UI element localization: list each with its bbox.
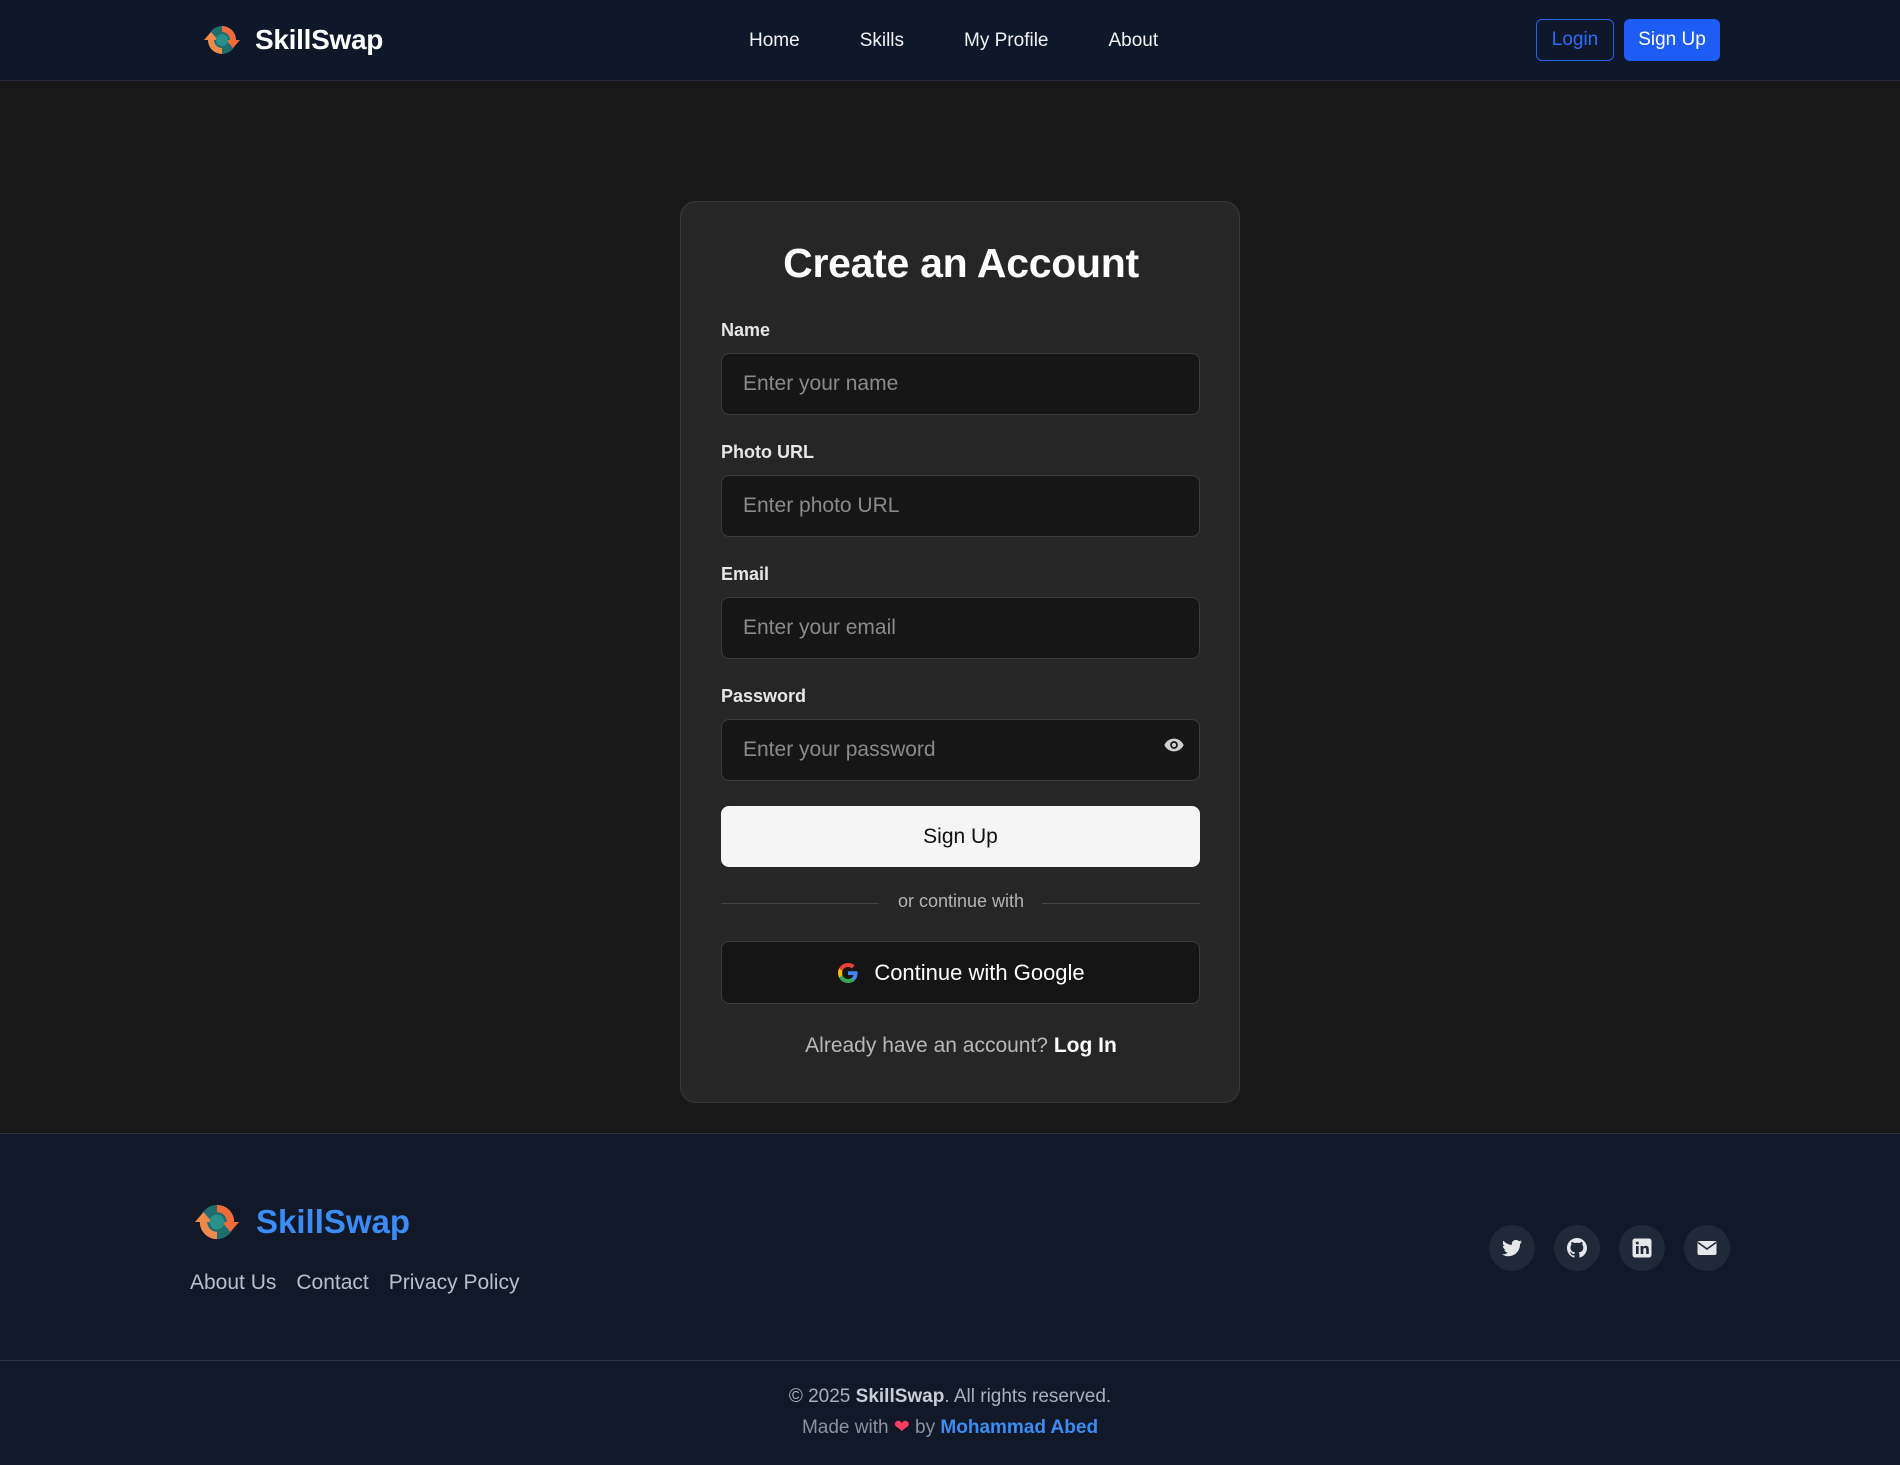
heart-icon: ❤ (893, 1417, 910, 1438)
name-input[interactable] (721, 353, 1200, 415)
nav-link-my-profile[interactable]: My Profile (964, 28, 1048, 54)
login-button[interactable]: Login (1536, 19, 1614, 61)
nav-link-about[interactable]: About (1109, 28, 1159, 54)
signup-card: Create an Account Name Photo URL Email P… (680, 201, 1240, 1103)
nav-brand[interactable]: SkillSwap (200, 18, 383, 62)
copyright: © 2025 SkillSwap. All rights reserved. (0, 1386, 1900, 1408)
footer: SkillSwap About Us Contact Privacy Polic… (0, 1133, 1900, 1465)
email-input[interactable] (721, 597, 1200, 659)
circular-arrows-logo-icon (204, 26, 240, 54)
copyright-prefix: © 2025 (788, 1386, 851, 1407)
nav-link-skills[interactable]: Skills (860, 28, 904, 54)
name-label: Name (721, 320, 771, 340)
made-with-prefix: Made with (801, 1417, 889, 1438)
divider-line-right (1042, 903, 1200, 904)
copyright-brand: SkillSwap (855, 1386, 945, 1407)
footer-link-privacy-policy[interactable]: Privacy Policy (389, 1271, 520, 1295)
navbar: SkillSwap Home Skills My Profile About L… (0, 0, 1900, 81)
nav-link-home[interactable]: Home (749, 28, 800, 54)
google-icon (838, 962, 858, 983)
google-button-label: Continue with Google (874, 959, 1085, 985)
email-link[interactable] (1684, 1225, 1730, 1271)
footer-links: About Us Contact Privacy Policy (190, 1271, 539, 1295)
page-title: Create an Account (783, 240, 1139, 286)
email-label: Email (721, 564, 770, 584)
author-link[interactable]: Mohammad Abed (940, 1417, 1098, 1438)
copyright-suffix: . All rights reserved. (944, 1386, 1112, 1407)
made-with: Made with ❤ by Mohammad Abed (0, 1416, 1900, 1439)
made-with-by: by (915, 1417, 936, 1438)
twitter-icon (1502, 1239, 1522, 1257)
github-link[interactable] (1554, 1225, 1600, 1271)
signup-submit-button[interactable]: Sign Up (721, 806, 1200, 867)
envelope-icon (1697, 1241, 1717, 1255)
footer-link-contact[interactable]: Contact (296, 1271, 368, 1295)
brand-name: SkillSwap (255, 24, 384, 55)
footer-divider (0, 1360, 1900, 1361)
github-icon (1567, 1238, 1587, 1258)
divider-text: or continue with (897, 891, 1025, 911)
linkedin-link[interactable] (1619, 1225, 1665, 1271)
signup-nav-button[interactable]: Sign Up (1624, 19, 1720, 61)
password-input[interactable] (721, 719, 1200, 781)
eye-icon[interactable] (1163, 734, 1185, 756)
login-link[interactable]: Log In (1054, 1034, 1117, 1057)
linkedin-icon (1632, 1238, 1652, 1258)
photo-url-label: Photo URL (721, 442, 814, 462)
google-signin-button[interactable]: Continue with Google (721, 941, 1200, 1004)
footer-brand-name: SkillSwap (256, 1203, 411, 1240)
password-label: Password (721, 686, 807, 706)
login-prompt-text: Already have an account? (805, 1034, 1048, 1057)
login-prompt: Already have an account? Log In (681, 1034, 1241, 1058)
photo-url-input[interactable] (721, 475, 1200, 537)
twitter-link[interactable] (1489, 1225, 1535, 1271)
footer-link-about-us[interactable]: About Us (190, 1271, 276, 1295)
nav-links: Home Skills My Profile About (749, 28, 1158, 54)
circular-arrows-logo-icon (194, 1204, 240, 1240)
footer-brand[interactable]: SkillSwap (190, 1197, 410, 1247)
